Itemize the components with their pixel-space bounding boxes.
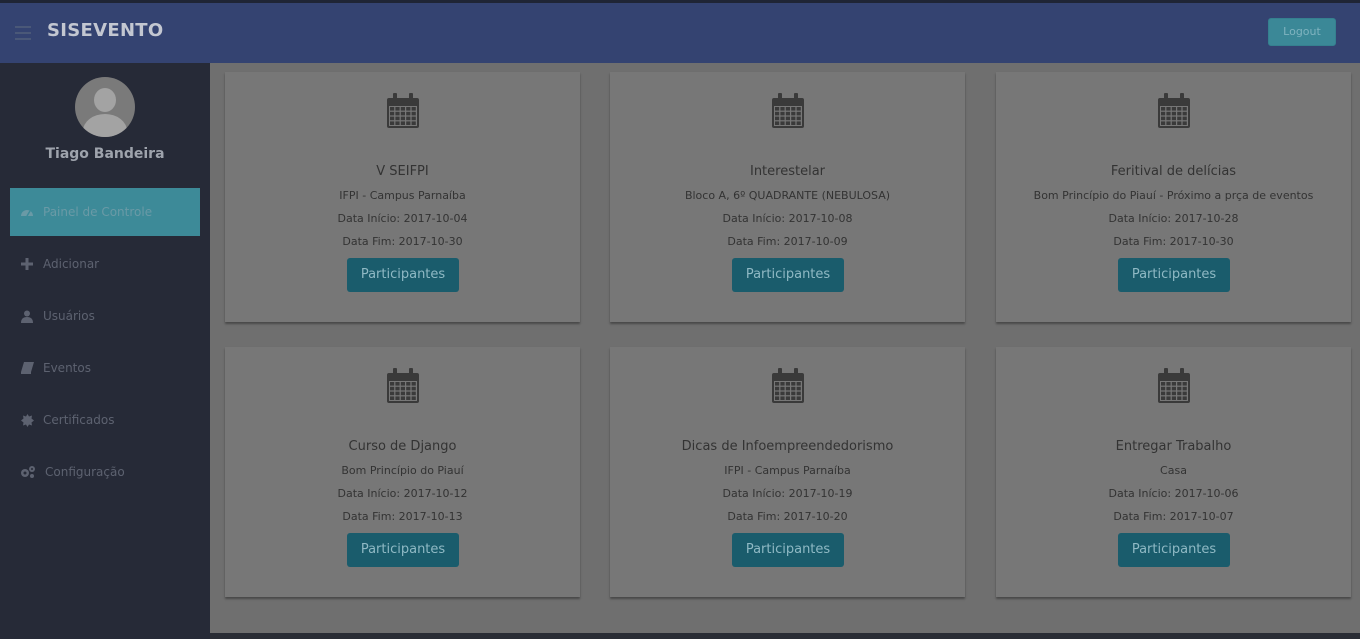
sidebar-item-certificados[interactable]: Certificados: [10, 396, 200, 444]
event-end-date: Data Fim: 2017-10-30: [1113, 235, 1234, 248]
event-end-date: Data Fim: 2017-10-20: [727, 510, 848, 523]
event-location: Casa: [1160, 464, 1187, 477]
book-icon: [20, 361, 34, 375]
calendar-icon: [386, 93, 420, 129]
sidebar-item-label: Eventos: [43, 361, 91, 375]
event-location: Bom Princípio do Piauí: [341, 464, 464, 477]
sidebar-item-label: Adicionar: [43, 257, 100, 271]
event-end-date: Data Fim: 2017-10-13: [342, 510, 463, 523]
participantes-button[interactable]: Participantes: [732, 258, 844, 292]
event-card: Feritival de delícias Bom Princípio do Pi…: [996, 72, 1351, 322]
participantes-button[interactable]: Participantes: [1118, 258, 1230, 292]
sidebar-item-configuracao[interactable]: Configuração: [10, 448, 200, 496]
participantes-button[interactable]: Participantes: [347, 258, 459, 292]
event-card: Dicas de Infoempreendedorismo IFPI - Camp…: [610, 347, 965, 597]
dashboard-icon: [20, 205, 34, 219]
event-title: Entregar Trabalho: [1115, 439, 1232, 454]
event-end-date: Data Fim: 2017-10-30: [342, 235, 463, 248]
sidebar-item-label: Usuários: [43, 309, 95, 323]
sidebar-item-eventos[interactable]: Eventos: [10, 344, 200, 392]
calendar-icon: [1157, 93, 1191, 129]
calendar-icon: [771, 368, 805, 404]
event-title: Curso de Django: [348, 439, 457, 454]
event-card: Interestelar Bloco A, 6º QUADRANTE (NEBUL…: [610, 72, 965, 322]
event-end-date: Data Fim: 2017-10-07: [1113, 510, 1234, 523]
event-start-date: Data Início: 2017-10-19: [722, 487, 853, 500]
sidebar-item-label: Painel de Controle: [43, 205, 153, 219]
event-start-date: Data Início: 2017-10-06: [1108, 487, 1239, 500]
sidebar: Tiago Bandeira Painel de Controle Adicio…: [0, 63, 210, 639]
gears-icon: [20, 465, 36, 479]
participantes-button[interactable]: Participantes: [732, 533, 844, 567]
sidebar-item-painel-de-controle[interactable]: Painel de Controle: [10, 188, 200, 236]
main-content: V SEIFPI IFPI - Campus Parnaíba Data Iníci…: [210, 63, 1360, 639]
user-icon: [20, 309, 34, 323]
bottom-strip: [210, 633, 1360, 639]
calendar-icon: [1157, 368, 1191, 404]
calendar-icon: [386, 368, 420, 404]
sidebar-item-label: Certificados: [43, 413, 115, 427]
event-card: Curso de Django Bom Princípio do Piauí Dat…: [225, 347, 580, 597]
logout-button[interactable]: Logout: [1268, 18, 1336, 46]
event-location: Bom Princípio do Piauí - Próximo a prça …: [1033, 189, 1314, 202]
event-end-date: Data Fim: 2017-10-09: [727, 235, 848, 248]
sidebar-item-adicionar[interactable]: Adicionar: [10, 240, 200, 288]
event-title: V SEIFPI: [376, 164, 429, 179]
event-card: Entregar Trabalho Casa Data Início: 2017-1…: [996, 347, 1351, 597]
event-start-date: Data Início: 2017-10-04: [337, 212, 468, 225]
hamburger-menu-icon[interactable]: [15, 26, 31, 40]
brand-title[interactable]: SISEVENTO: [47, 20, 164, 41]
certificate-icon: [20, 413, 34, 427]
event-start-date: Data Início: 2017-10-28: [1108, 212, 1239, 225]
sidebar-item-usuarios[interactable]: Usuários: [10, 292, 200, 340]
event-card: V SEIFPI IFPI - Campus Parnaíba Data Iníci…: [225, 72, 580, 322]
participantes-button[interactable]: Participantes: [347, 533, 459, 567]
event-start-date: Data Início: 2017-10-12: [337, 487, 468, 500]
avatar: [75, 77, 135, 137]
plus-icon: [20, 257, 34, 271]
user-name: Tiago Bandeira: [45, 146, 165, 162]
event-title: Dicas de Infoempreendedorismo: [681, 439, 894, 454]
event-location: Bloco A, 6º QUADRANTE (NEBULOSA): [684, 189, 891, 202]
event-title: Feritival de delícias: [1110, 164, 1237, 179]
participantes-button[interactable]: Participantes: [1118, 533, 1230, 567]
event-title: Interestelar: [749, 164, 826, 179]
event-location: IFPI - Campus Parnaíba: [339, 189, 466, 202]
sidebar-item-label: Configuração: [45, 465, 125, 479]
calendar-icon: [771, 93, 805, 129]
event-start-date: Data Início: 2017-10-08: [722, 212, 853, 225]
top-navbar: SISEVENTO Logout: [0, 0, 1360, 63]
event-location: IFPI - Campus Parnaíba: [724, 464, 851, 477]
